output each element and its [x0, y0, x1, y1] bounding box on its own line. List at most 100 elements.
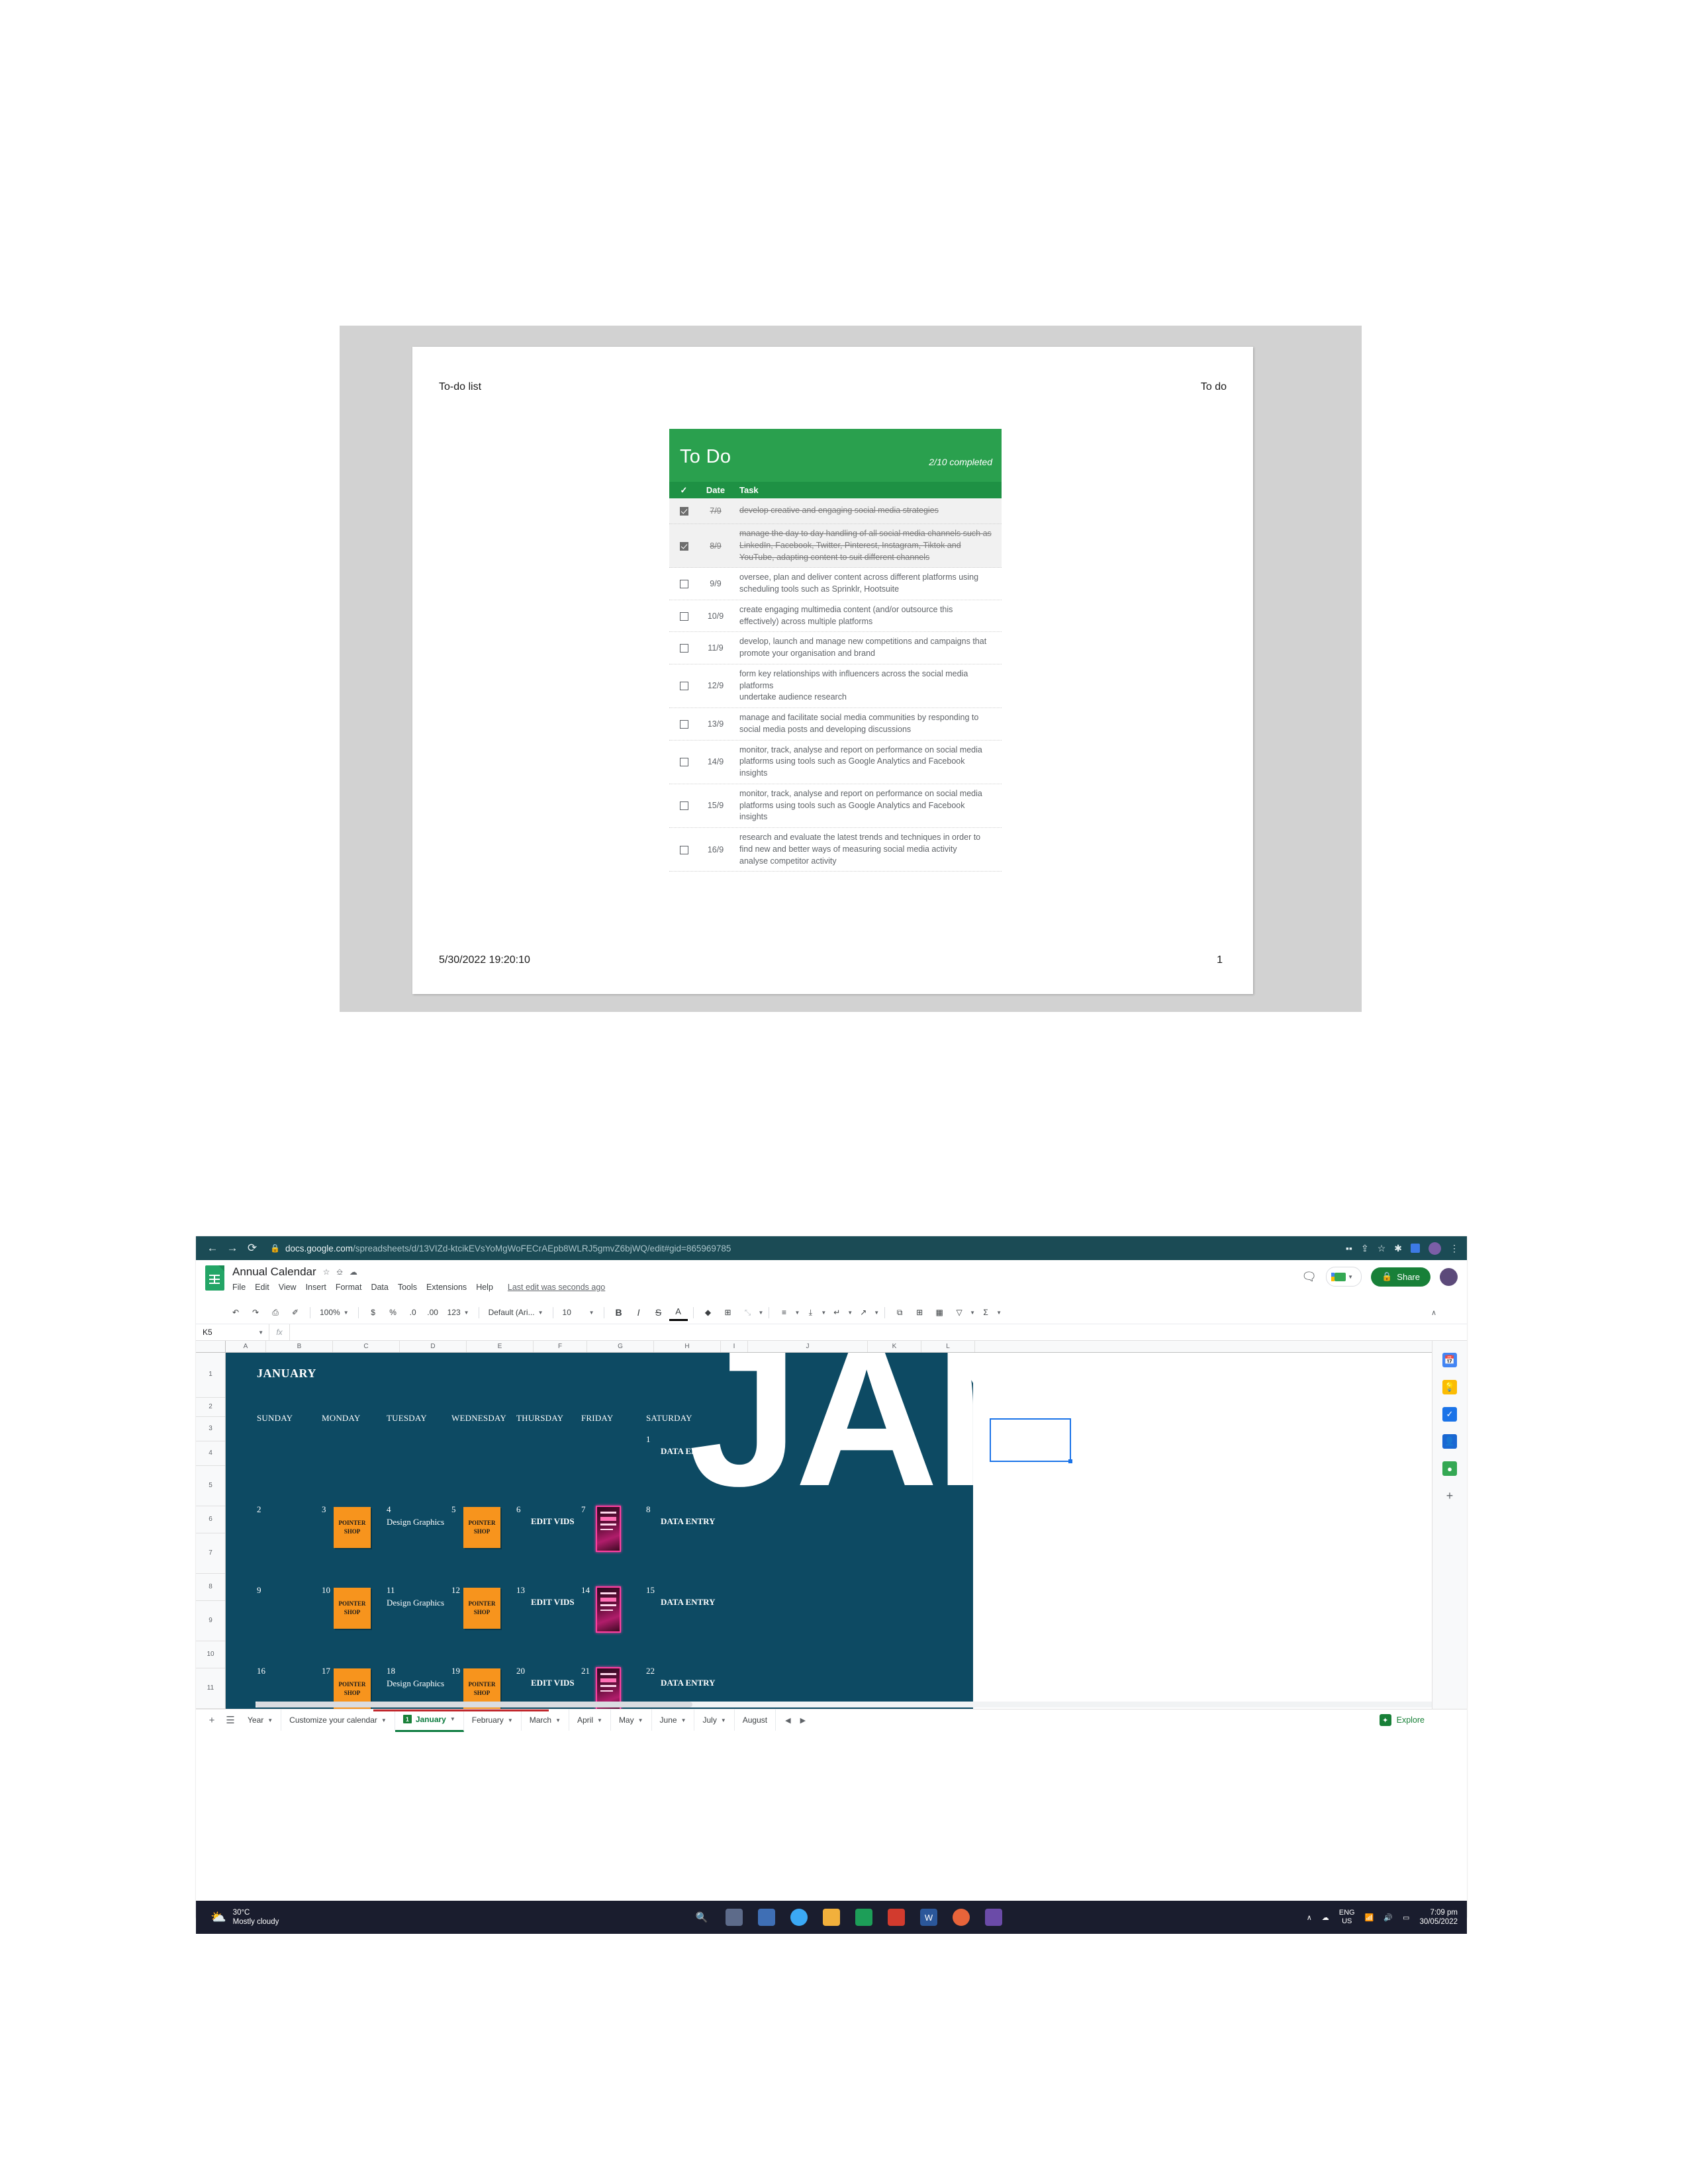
calendar-day-cell[interactable]: 7 [581, 1504, 646, 1569]
calendar-day-cell[interactable]: 12 POINTER SHOP [451, 1585, 516, 1650]
chevron-down-icon[interactable]: ▼ [794, 1310, 800, 1316]
merge-cells-icon[interactable]: ⤡ [739, 1305, 757, 1320]
calendar-day-cell[interactable]: 10 POINTER SHOP [322, 1585, 387, 1650]
vertical-align-icon[interactable]: ⤓ [801, 1305, 820, 1320]
sheet-canvas[interactable]: JAN JANUARY SUNDAY MONDAY TUESDAY WEDNESDAY… [225, 1352, 1467, 1709]
chevron-down-icon[interactable]: ▼ [874, 1310, 879, 1316]
add-sheet-button[interactable]: + [203, 1715, 221, 1726]
address-bar[interactable]: 🔒 docs.google.com/spreadsheets/d/13VIZd-… [270, 1244, 1336, 1253]
browser-icon[interactable] [953, 1909, 970, 1926]
column-header-h[interactable]: H [654, 1341, 721, 1352]
font-size-selector[interactable]: 10 ▼ [559, 1305, 598, 1320]
sheet-tab-april[interactable]: April ▼ [569, 1709, 611, 1731]
bold-icon[interactable]: B [610, 1305, 628, 1320]
more-formats-button[interactable]: 123 ▼ [444, 1305, 473, 1320]
menu-item-file[interactable]: File [232, 1283, 246, 1292]
paint-format-icon[interactable]: ✐ [286, 1305, 305, 1320]
meet-button[interactable]: ▼ [1326, 1267, 1362, 1287]
chevron-down-icon[interactable]: ▼ [681, 1717, 686, 1723]
task-checkbox[interactable] [669, 719, 698, 729]
extension-badge-icon[interactable] [1411, 1244, 1420, 1253]
row-header-10[interactable]: 10 [196, 1641, 225, 1668]
insert-link-icon[interactable]: ⧉ [890, 1305, 909, 1320]
wifi-icon[interactable]: 📶 [1365, 1913, 1374, 1922]
sheets-icon[interactable] [855, 1909, 872, 1926]
sheet-tab-customize-your-calendar[interactable]: Customize your calendar ▼ [281, 1709, 395, 1731]
neon-poster-thumbnail[interactable] [596, 1506, 621, 1552]
onedrive-cloud-icon[interactable]: ☁ [1322, 1913, 1329, 1922]
clock[interactable]: 7:09 pm 30/05/2022 [1419, 1908, 1458, 1927]
reload-icon[interactable]: ⟳ [244, 1240, 261, 1257]
chrome-menu-icon[interactable]: ⋮ [1450, 1243, 1459, 1254]
text-wrap-icon[interactable]: ↵ [827, 1305, 846, 1320]
calendar-day-cell[interactable] [387, 1434, 451, 1499]
name-box[interactable]: K5 ▼ [196, 1324, 269, 1340]
task-checkbox[interactable] [669, 643, 698, 653]
document-title[interactable]: Annual Calendar [232, 1265, 316, 1279]
menu-item-extensions[interactable]: Extensions [426, 1283, 467, 1292]
bookmark-star-icon[interactable]: ☆ [1378, 1243, 1386, 1254]
column-header-k[interactable]: K [868, 1341, 921, 1352]
filter-icon[interactable]: ▽ [950, 1305, 968, 1320]
language-indicator[interactable]: ENG US [1339, 1909, 1355, 1926]
keep-icon[interactable]: 💡 [1442, 1380, 1457, 1394]
column-header-j[interactable]: J [748, 1341, 868, 1352]
chevron-down-icon[interactable]: ▼ [996, 1310, 1002, 1316]
currency-format-icon[interactable]: $ [364, 1305, 383, 1320]
back-icon[interactable]: ← [204, 1240, 221, 1257]
chevron-down-icon[interactable]: ▼ [450, 1716, 455, 1722]
column-header-g[interactable]: G [587, 1341, 654, 1352]
sheet-tab-june[interactable]: June ▼ [652, 1709, 695, 1731]
share-icon[interactable]: ⇪ [1361, 1243, 1369, 1254]
word-icon[interactable]: W [920, 1909, 937, 1926]
pointer-shop-thumbnail[interactable]: POINTER SHOP [334, 1588, 371, 1629]
pointer-shop-thumbnail[interactable]: POINTER SHOP [463, 1588, 500, 1629]
column-header-b[interactable]: B [266, 1341, 333, 1352]
chevron-down-icon[interactable]: ▼ [381, 1717, 387, 1723]
menu-item-insert[interactable]: Insert [306, 1283, 326, 1292]
chrome-icon[interactable] [790, 1909, 808, 1926]
pointer-shop-thumbnail[interactable]: POINTER SHOP [463, 1507, 500, 1548]
horizontal-align-icon[interactable]: ≡ [774, 1305, 793, 1320]
last-edit-status[interactable]: Last edit was seconds ago [508, 1283, 605, 1292]
print-icon[interactable]: ⎙ [266, 1305, 285, 1320]
menu-item-tools[interactable]: Tools [398, 1283, 417, 1292]
calendar-day-cell[interactable]: 4 Design Graphics [387, 1504, 451, 1569]
cloud-status-icon[interactable]: ☁ [350, 1267, 357, 1277]
calendar-day-cell[interactable]: 3 POINTER SHOP [322, 1504, 387, 1569]
row-header-1[interactable]: 1 [196, 1352, 225, 1398]
sheet-tab-january[interactable]: 1 January ▼ [395, 1708, 464, 1732]
calendar-day-cell[interactable]: 8 DATA ENTRY [646, 1504, 716, 1569]
calendar-day-cell[interactable]: 13 EDIT VIDS [516, 1585, 581, 1650]
maps-icon[interactable]: ● [1442, 1461, 1457, 1476]
text-rotation-icon[interactable]: ↗ [854, 1305, 872, 1320]
undo-icon[interactable]: ↶ [226, 1305, 245, 1320]
chevron-down-icon[interactable]: ▼ [555, 1717, 561, 1723]
decrease-decimal-icon[interactable]: .0 [404, 1305, 422, 1320]
calendar-icon[interactable]: 📅 [1442, 1353, 1457, 1367]
insert-comment-icon[interactable]: ⊞ [910, 1305, 929, 1320]
calendar-day-cell[interactable] [516, 1434, 581, 1499]
chevron-down-icon[interactable]: ▼ [847, 1310, 853, 1316]
row-header-3[interactable]: 3 [196, 1417, 225, 1441]
tabs-prev-icon[interactable]: ◀ [785, 1716, 790, 1725]
zoom-selector[interactable]: 100% ▼ [316, 1305, 353, 1320]
widgets-icon[interactable] [758, 1909, 775, 1926]
column-header-l[interactable]: L [921, 1341, 975, 1352]
sheet-tab-may[interactable]: May ▼ [611, 1709, 652, 1731]
tray-expand-icon[interactable]: ∧ [1307, 1913, 1312, 1922]
chevron-down-icon[interactable]: ▼ [721, 1717, 726, 1723]
percent-format-icon[interactable]: % [384, 1305, 402, 1320]
sheets-logo-icon[interactable] [205, 1265, 224, 1291]
horizontal-scrollbar-thumb[interactable] [256, 1702, 692, 1707]
search-icon[interactable]: 🔍 [693, 1909, 710, 1926]
row-header-9[interactable]: 9 [196, 1601, 225, 1641]
calendar-day-cell[interactable]: 2 [257, 1504, 322, 1569]
selected-cell-outline[interactable] [990, 1418, 1072, 1463]
sheet-tab-march[interactable]: March ▼ [522, 1709, 569, 1731]
menu-item-help[interactable]: Help [476, 1283, 493, 1292]
strikethrough-icon[interactable]: S [649, 1305, 668, 1320]
row-header-4[interactable]: 4 [196, 1441, 225, 1466]
sheet-tab-july[interactable]: July ▼ [694, 1709, 735, 1731]
task-checkbox[interactable] [669, 757, 698, 767]
